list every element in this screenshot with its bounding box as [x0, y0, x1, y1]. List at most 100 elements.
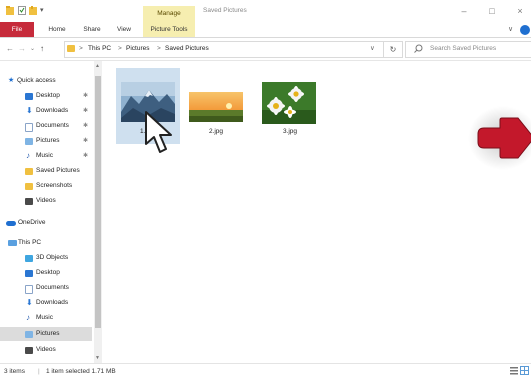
sidebar-item-label: 3D Objects: [36, 254, 69, 261]
scroll-up-icon[interactable]: ▲: [95, 63, 100, 69]
sidebar-item-label: Videos: [36, 346, 56, 353]
sidebar-item-label: Downloads: [36, 299, 69, 306]
sidebar-item-pc-desktop[interactable]: Desktop: [0, 266, 92, 280]
help-icon[interactable]: [520, 25, 530, 35]
breadcrumb-this-pc[interactable]: This PC: [88, 45, 111, 53]
red-arrow-icon: [474, 112, 531, 164]
download-icon: ⬇: [26, 298, 33, 307]
large-icons-view-icon[interactable]: [520, 366, 529, 375]
pin-icon: ✱: [82, 153, 88, 159]
tab-view[interactable]: View: [112, 22, 136, 37]
breadcrumb-pictures[interactable]: Pictures: [126, 45, 149, 53]
sidebar-item-videos[interactable]: Videos: [0, 194, 92, 208]
file-thumbnail-2[interactable]: [189, 92, 243, 122]
documents-icon: [25, 285, 33, 294]
breadcrumb-saved-pictures[interactable]: Saved Pictures: [165, 45, 209, 53]
sidebar-item-this-pc[interactable]: This PC: [0, 236, 92, 250]
sidebar-item-label: Pictures: [36, 330, 60, 337]
sidebar-item-downloads[interactable]: ⬇ Downloads ✱: [0, 104, 92, 118]
videos-icon: [25, 198, 33, 205]
folder-icon: [6, 6, 14, 15]
desktop-icon: [25, 270, 33, 277]
back-button[interactable]: ←: [6, 44, 14, 54]
sidebar-item-label: Screenshots: [36, 182, 73, 189]
minimize-button[interactable]: –: [454, 4, 474, 18]
sidebar-item-pc-downloads[interactable]: ⬇ Downloads: [0, 296, 92, 310]
sidebar-item-desktop[interactable]: Desktop ✱: [0, 89, 92, 103]
music-icon: ♪: [26, 151, 30, 160]
sidebar-item-quick-access[interactable]: ★ Quick access: [0, 74, 92, 88]
breadcrumb-separator: >: [118, 45, 122, 52]
sidebar-item-label: Saved Pictures: [36, 167, 80, 174]
sidebar-item-screenshots[interactable]: Screenshots: [0, 179, 92, 193]
sidebar-item-music[interactable]: ♪ Music ✱: [0, 149, 92, 163]
forward-button[interactable]: →: [18, 44, 26, 54]
sidebar-item-label: Pictures: [36, 137, 60, 144]
folder-icon: [25, 168, 33, 175]
sidebar-scrollbar-thumb[interactable]: [95, 76, 101, 328]
search-icon: [414, 44, 423, 55]
recent-locations-button[interactable]: ⌄: [30, 44, 35, 54]
title-bar: [0, 0, 531, 22]
collapse-ribbon-icon[interactable]: ∨: [508, 25, 513, 35]
sidebar-item-pc-documents[interactable]: Documents: [0, 281, 92, 295]
tab-picture-tools[interactable]: Picture Tools: [143, 22, 195, 37]
pin-icon: ✱: [82, 138, 88, 144]
file-name-2[interactable]: 2.jpg: [186, 128, 246, 136]
computer-icon: [8, 240, 17, 246]
3d-objects-icon: [25, 255, 33, 262]
refresh-button[interactable]: ↻: [383, 41, 403, 58]
sidebar-item-pictures[interactable]: Pictures ✱: [0, 134, 92, 148]
cloud-icon: [6, 221, 16, 226]
desktop-icon: [25, 93, 33, 100]
sidebar-item-label: Desktop: [36, 92, 60, 99]
customize-quick-access-icon[interactable]: ▾: [40, 6, 48, 15]
pin-icon: ✱: [82, 123, 88, 129]
selection-info: 1 item selected 1.71 MB: [46, 368, 116, 375]
properties-icon[interactable]: [18, 6, 26, 15]
sidebar-item-3d-objects[interactable]: 3D Objects: [0, 251, 92, 265]
tab-home[interactable]: Home: [43, 22, 71, 37]
sidebar-item-label: Desktop: [36, 269, 60, 276]
sidebar-item-documents[interactable]: Documents ✱: [0, 119, 92, 133]
pictures-folder-icon: [67, 45, 75, 52]
item-count: 3 items: [4, 368, 25, 375]
pin-icon: ✱: [82, 108, 88, 114]
maximize-button[interactable]: □: [482, 4, 502, 18]
videos-icon: [25, 347, 33, 354]
address-history-button[interactable]: ∨: [370, 45, 375, 53]
sidebar-item-label: Downloads: [36, 107, 69, 114]
sidebar-item-pc-music[interactable]: ♪ Music: [0, 311, 92, 325]
sidebar-item-label: Music: [36, 314, 53, 321]
star-icon: ★: [8, 77, 15, 84]
sidebar-item-label: Documents: [36, 122, 69, 129]
file-name-3[interactable]: 3.jpg: [260, 128, 320, 136]
window-title: Saved Pictures: [203, 7, 247, 14]
tab-file[interactable]: File: [0, 22, 34, 37]
pin-icon: ✱: [82, 93, 88, 99]
sidebar-item-pc-videos[interactable]: Videos: [0, 343, 92, 357]
sidebar-item-saved-pictures[interactable]: Saved Pictures: [0, 164, 92, 178]
sidebar-item-label: This PC: [18, 239, 42, 246]
sidebar-item-label: Documents: [36, 284, 69, 291]
breadcrumb-separator: >: [79, 45, 83, 52]
file-thumbnail-3[interactable]: [262, 82, 316, 124]
scroll-down-icon[interactable]: ▼: [95, 355, 100, 361]
search-input[interactable]: Search Saved Pictures: [430, 45, 496, 53]
mouse-pointer-icon: [142, 110, 182, 158]
sidebar-item-label: Music: [36, 152, 53, 159]
details-view-icon[interactable]: [510, 366, 518, 375]
close-button[interactable]: ×: [510, 4, 530, 18]
up-button[interactable]: ↑: [40, 44, 44, 54]
sidebar-item-label: OneDrive: [18, 219, 46, 226]
new-folder-icon[interactable]: [29, 6, 37, 15]
sidebar-item-onedrive[interactable]: OneDrive: [0, 216, 92, 230]
address-bar[interactable]: [64, 41, 384, 58]
pictures-icon: [25, 138, 33, 145]
sidebar-item-pc-pictures[interactable]: Pictures: [0, 327, 92, 341]
sidebar-item-label: Quick access: [17, 77, 56, 84]
context-tab-group-label: Manage: [143, 6, 195, 22]
tab-share[interactable]: Share: [78, 22, 106, 37]
music-icon: ♪: [26, 313, 30, 322]
documents-icon: [25, 123, 33, 132]
